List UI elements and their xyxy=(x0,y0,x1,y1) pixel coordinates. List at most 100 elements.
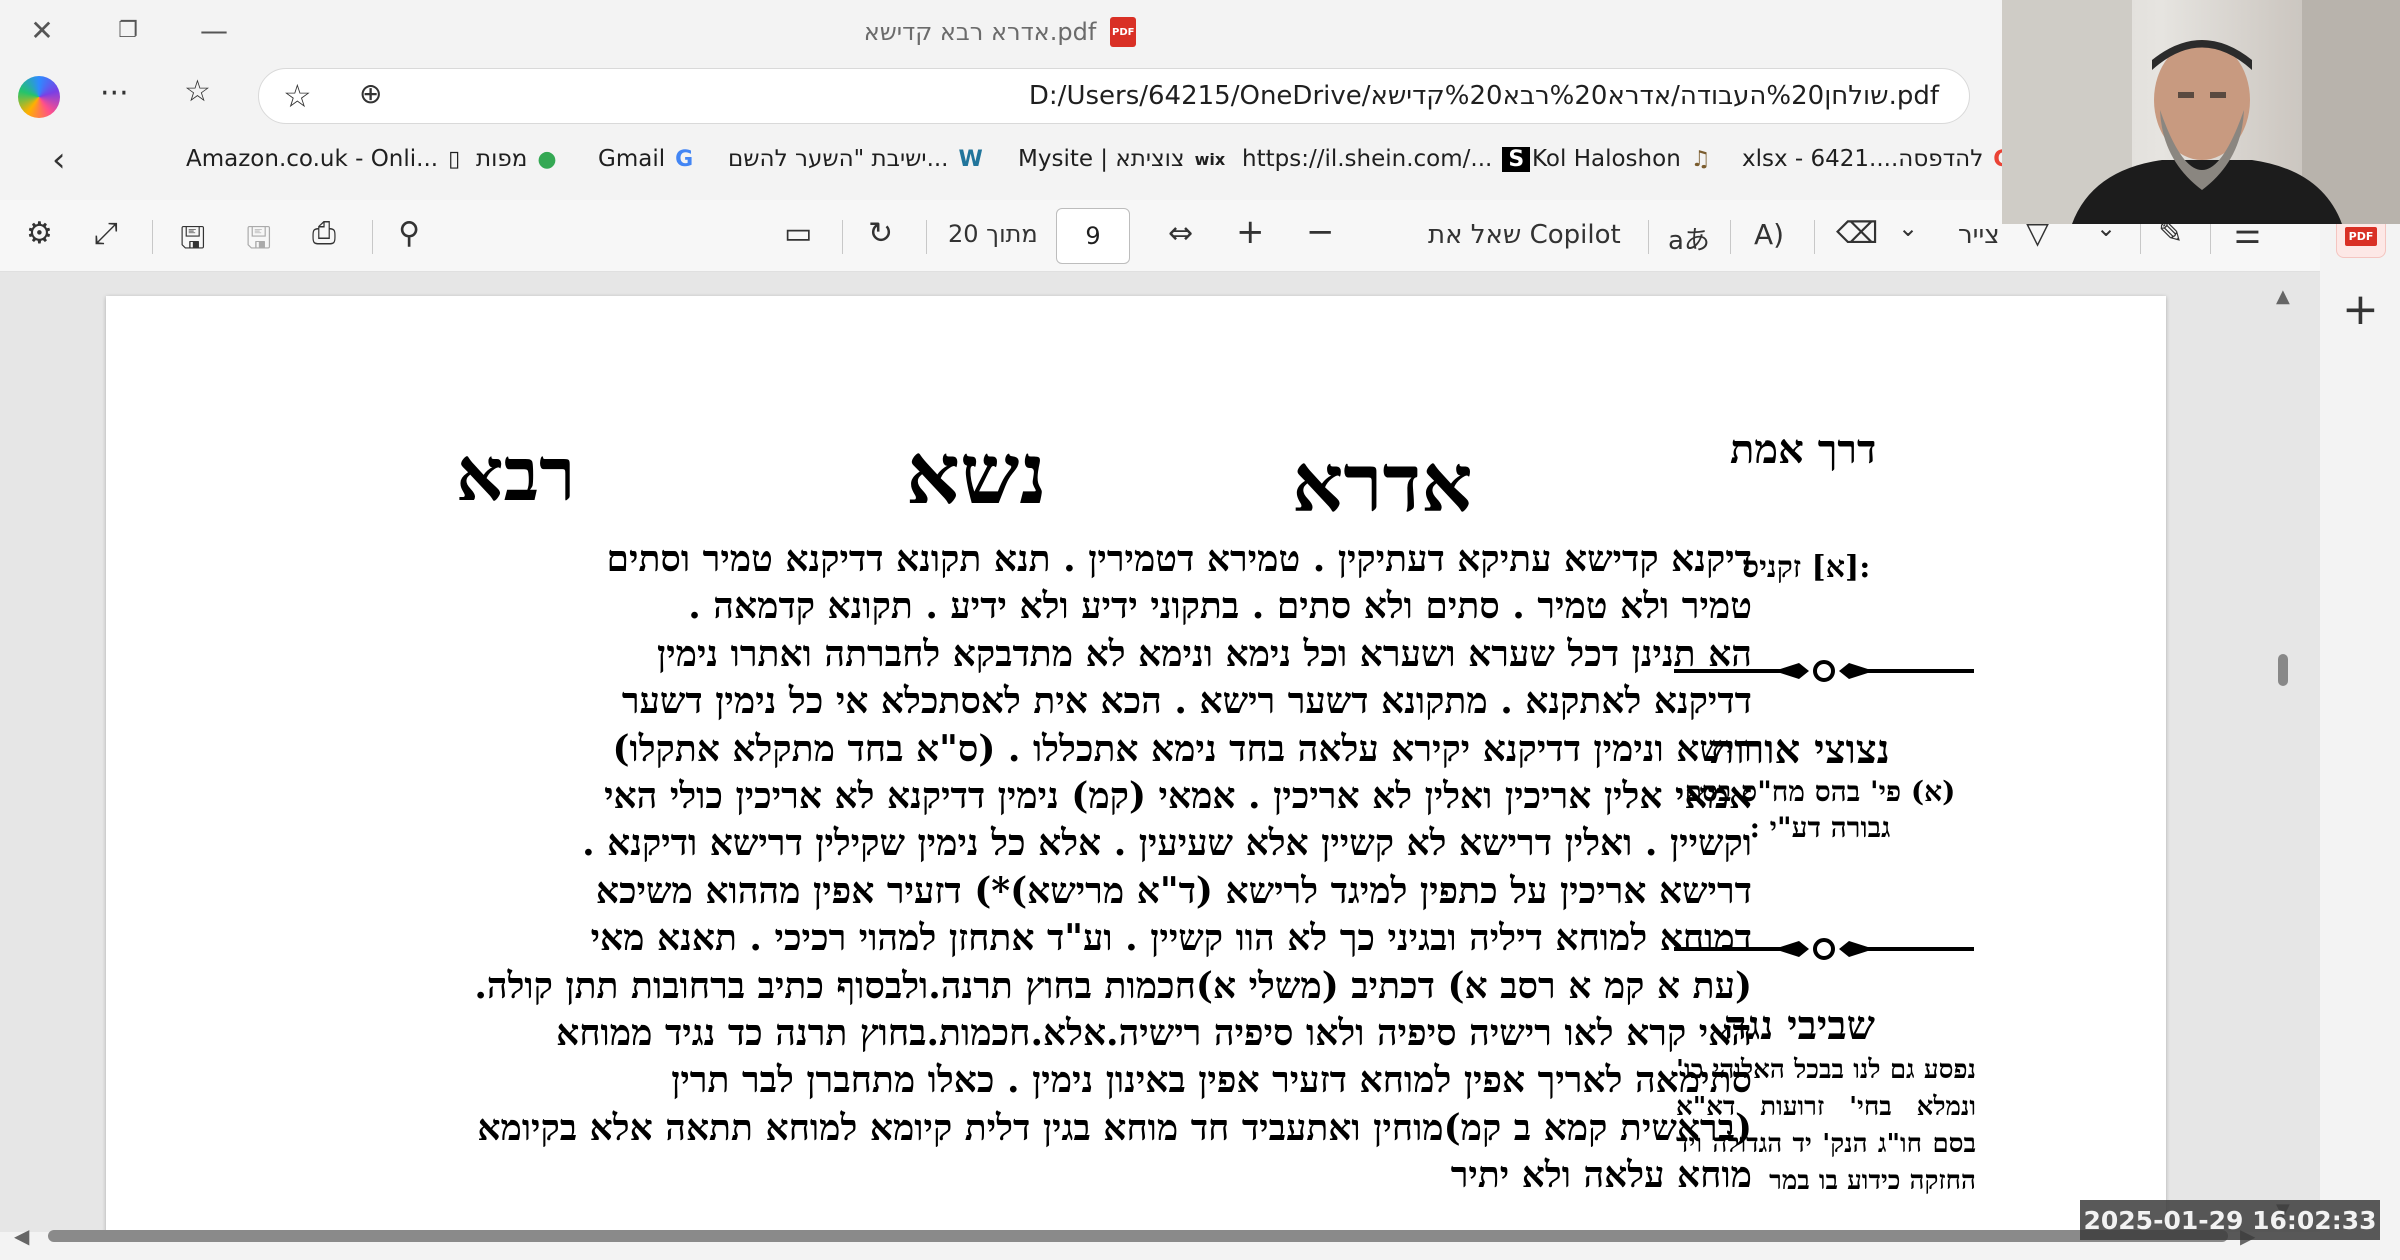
favorite-item[interactable]: Gmail G xyxy=(598,146,693,172)
text-line: וקשיין . ואלין דרישא לא קשיין אלא שעיעין… xyxy=(582,822,1752,865)
webcam-overlay xyxy=(2002,0,2400,224)
text-line: (בראשית קמא ב קמ)מוחין ואתעביד חד מוחא ב… xyxy=(477,1106,1752,1149)
favorite-label: xlsx - 6421....להדפסה xyxy=(1742,146,1984,172)
settings-icon[interactable]: ⚙ xyxy=(26,216,53,251)
header-rabba: רבא xyxy=(456,432,576,518)
fit-width-icon[interactable]: ⇔ xyxy=(1168,216,1193,251)
read-aloud-icon[interactable]: A) xyxy=(1754,218,1784,251)
side-panel: PDF + xyxy=(2320,200,2400,1260)
save-icon[interactable]: 🖫 xyxy=(246,216,272,267)
title-bar: ✕ ❐ — אדרא רבא קדישא.pdf PDF xyxy=(0,0,2000,62)
address-bar[interactable]: ☆ ⊕ D:/Users/64215/OneDrive/שולחן%20העבו… xyxy=(258,68,1970,124)
erase-icon[interactable]: ⌫ xyxy=(1836,216,1878,251)
pdf-file-icon: PDF xyxy=(1110,17,1137,47)
toolbar-divider xyxy=(2140,220,2141,254)
favorite-item[interactable]: מפות ● xyxy=(476,146,557,172)
favorite-label: Amazon.co.uk - Onli... xyxy=(186,146,439,172)
favorite-item[interactable]: Mysite | צוציתא wix xyxy=(1018,146,1225,172)
toolbar-divider xyxy=(842,220,843,254)
notzotzei-orot-note: (א) פי' בהס מח"ס בסם גבורה דע"י : xyxy=(1684,775,1956,844)
pdf-viewer[interactable]: רבא נשא אדרא דרך אמת דיקנא קדישא עתיקא ד… xyxy=(0,272,2320,1232)
print-icon[interactable]: ⎙ xyxy=(312,216,336,251)
add-side-app-icon[interactable]: + xyxy=(2342,284,2379,335)
recording-timestamp: 2025-01-29 16:02:33 xyxy=(2080,1200,2380,1240)
translate-icon[interactable]: aあ xyxy=(1668,220,1710,257)
favorite-label: Mysite | צוציתא xyxy=(1018,146,1185,172)
favorite-item[interactable]: https://il.shein.com/... S xyxy=(1242,146,1531,172)
maps-pin-icon: ● xyxy=(537,146,557,172)
text-line: רישא ונימין דדיקנא יקירא עלאה בחד נימא א… xyxy=(612,727,1752,770)
favorite-label: Gmail xyxy=(598,146,666,172)
header-idra: אדרא xyxy=(1292,436,1473,530)
window-title-text: אדרא רבא קדישא.pdf xyxy=(863,18,1097,46)
search-icon[interactable]: ⚲ xyxy=(398,216,420,251)
ornament-divider xyxy=(1674,660,1974,682)
zoom-out-icon[interactable]: − xyxy=(1306,212,1335,252)
horizontal-scroll-thumb[interactable] xyxy=(48,1230,2228,1242)
pdf-page: רבא נשא אדרא דרך אמת דיקנא קדישא עתיקא ד… xyxy=(106,296,2166,1232)
text-line: טמיר ולא טמיר . סתים ולא סתים . בתקוני י… xyxy=(688,585,1752,628)
horizontal-scrollbar[interactable]: ◀ ▶ xyxy=(0,1222,2268,1250)
page-number-input[interactable]: 9 xyxy=(1056,208,1130,264)
favorite-item[interactable]: ישיבת "השער להשם... W xyxy=(728,146,983,172)
more-options-icon[interactable]: ··· xyxy=(100,76,129,111)
vertical-scroll-thumb[interactable] xyxy=(2278,654,2288,686)
page-view-icon[interactable]: ▭ xyxy=(784,216,812,251)
text-line: דדיקנא לאתקנא . מתקונא דשער רישא . הכא א… xyxy=(621,680,1752,723)
text-line: הא תנינן דכל שערא ושערא וכל נימא ונימא ל… xyxy=(657,632,1752,675)
zoom-in-icon[interactable]: + xyxy=(1236,212,1265,252)
draw-button[interactable]: צייר xyxy=(1958,220,2000,250)
main-text-column: דיקנא קדישא עתיקא דעתיקין . טמירא דטמירי… xyxy=(282,536,1752,1200)
kol-haloshon-icon: ♫ xyxy=(1690,146,1711,172)
notzotzei-orot-title: נצוצי אורות xyxy=(1710,726,1890,773)
favorite-item[interactable]: Kol Haloshon ♫ xyxy=(1532,146,1711,172)
favorite-label: ישיבת "השער להשם... xyxy=(728,146,949,172)
favorites-icon[interactable]: ☆ xyxy=(184,74,211,109)
vertical-scrollbar[interactable]: ▲ ▼ xyxy=(2268,272,2296,1232)
favorite-item[interactable]: Amazon.co.uk - Onli... ▯ xyxy=(186,146,460,172)
text-line: (עת א קמ א רסב א) דכתיב (משלי א)חכמות בח… xyxy=(474,964,1752,1007)
window-title: אדרא רבא קדישא.pdf PDF xyxy=(0,12,2000,52)
text-line: אמאי אלין אריכין ואלין לא אריכין . אמאי … xyxy=(604,775,1752,818)
toolbar-divider xyxy=(2210,220,2211,254)
wordpress-icon: W xyxy=(958,146,983,172)
chevron-down-icon[interactable]: ⌄ xyxy=(1898,214,1918,242)
page-icon: ▯ xyxy=(448,146,461,172)
favorite-label: https://il.shein.com/... xyxy=(1242,146,1493,172)
rotate-icon[interactable]: ↻ xyxy=(868,216,893,251)
page-total-label: מתוך 20 xyxy=(948,220,1038,248)
header-nasa: נשא xyxy=(906,424,1047,523)
pdf-toolbar: ⚙ ⤢ 🖫 🖫 ⎙ ⚲ ▭ ↻ מתוך 20 9 ⇔ + − שאל את C… xyxy=(0,200,2320,272)
favorite-item[interactable]: xlsx - 6421....להדפסה G xyxy=(1742,146,2011,172)
header-derech-emet: דרך אמת xyxy=(1730,426,1877,473)
text-line: דמוחא למוחא דיליה ובגיני כך לא הוו קשיין… xyxy=(590,917,1752,960)
ornament-divider xyxy=(1674,938,1974,960)
toolbar-divider xyxy=(152,220,153,254)
webcam-person-image xyxy=(2002,0,2400,224)
favorite-label: מפות xyxy=(476,146,528,172)
toolbar-divider xyxy=(1648,220,1649,254)
scroll-up-icon[interactable]: ▲ xyxy=(2276,286,2290,307)
favorites-back-icon[interactable]: ‹ xyxy=(52,140,66,180)
zoom-icon[interactable]: ⊕ xyxy=(359,77,382,110)
toolbar-divider xyxy=(926,220,927,254)
url-text[interactable]: D:/Users/64215/OneDrive/שולחן%20העבודה/א… xyxy=(1029,81,1939,111)
derech-emet-note: :[א] זקניס xyxy=(1742,550,1871,585)
expand-icon[interactable]: ⤢ xyxy=(94,216,118,251)
address-row: ··· ☆ ☆ ⊕ D:/Users/64215/OneDrive/שולחן%… xyxy=(0,62,2000,132)
favorites-bar: ‹ Amazon.co.uk - Onli... ▯ מפות ● Gmail … xyxy=(0,132,2011,196)
toolbar-divider xyxy=(372,220,373,254)
text-line: מוחא עלאה ולא יתיר xyxy=(1450,1154,1752,1197)
save-as-icon[interactable]: 🖫 xyxy=(180,216,206,267)
pdf-badge: PDF xyxy=(2344,226,2378,246)
add-favorite-star-icon[interactable]: ☆ xyxy=(283,77,312,115)
copilot-logo-icon[interactable] xyxy=(18,76,60,118)
toolbar-divider xyxy=(1730,220,1731,254)
scroll-left-icon[interactable]: ◀ xyxy=(14,1224,29,1248)
text-line: דיקנא קדישא עתיקא דעתיקין . טמירא דטמירי… xyxy=(606,538,1752,580)
text-line: האי קרא לאו רישיה סיפיה ולאו סיפיה רישיה… xyxy=(556,1012,1752,1055)
shvivei-noga-note: נפסע גם לנו בבכל האלוהי כו' ונמלא בחי' ז… xyxy=(1676,1055,1976,1196)
ask-copilot-button[interactable]: שאל את Copilot xyxy=(1428,220,1621,250)
text-line: דרישא אריכין על כתפין למיגד לרישא (ד"א מ… xyxy=(595,869,1752,912)
shein-icon: S xyxy=(1502,146,1531,172)
